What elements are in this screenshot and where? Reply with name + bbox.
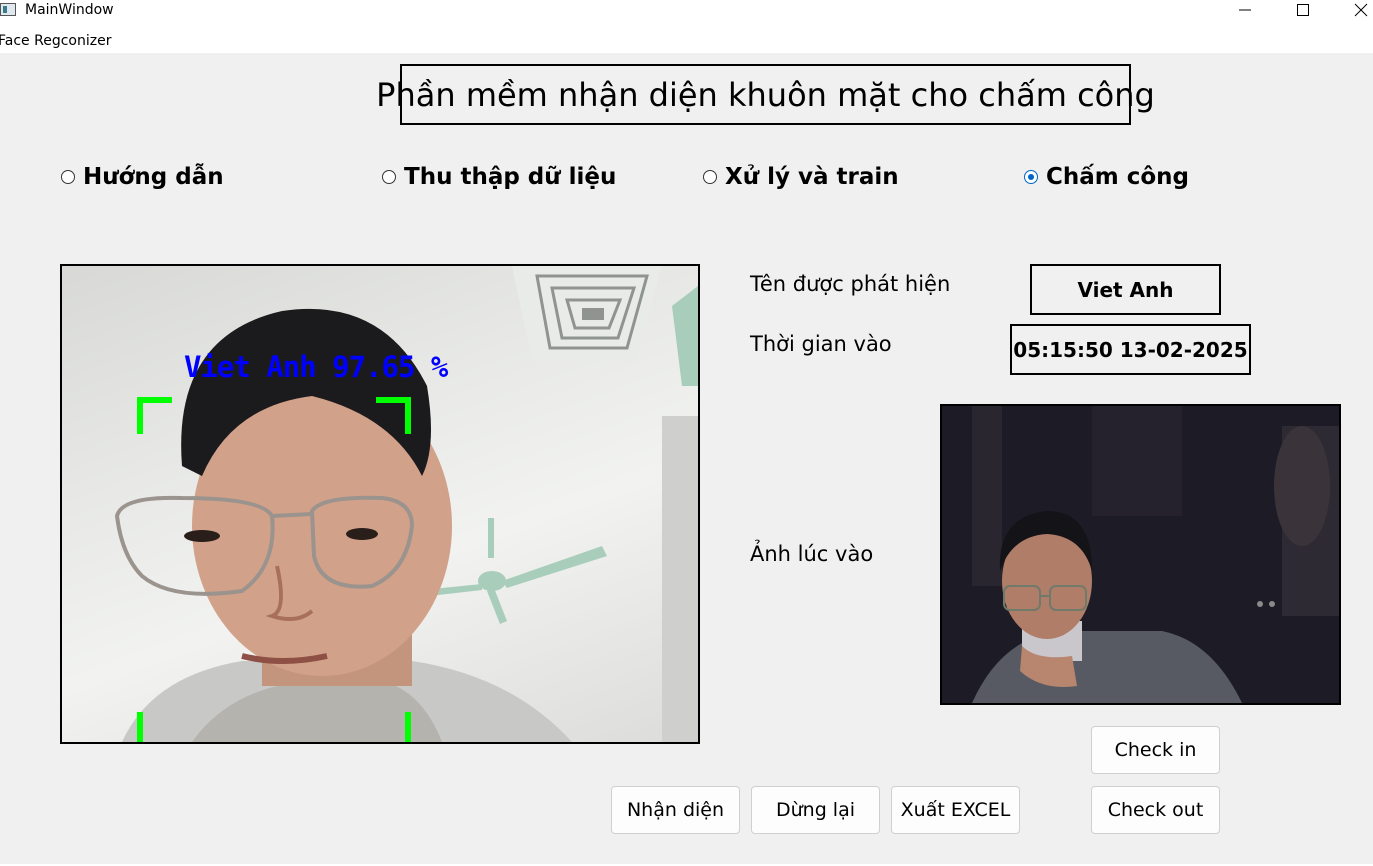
minimize-button[interactable] [1222,0,1268,22]
check-in-button[interactable]: Check in [1091,726,1220,774]
radio-label: Xử lý và train [725,164,899,190]
menu-face-regconizer[interactable]: Face Regconizer [0,33,111,49]
menu-bar: Face Regconizer [0,28,1373,53]
maximize-icon [1297,4,1309,16]
radio-label: Thu thập dữ liệu [404,164,617,190]
window-title: MainWindow [25,2,114,18]
close-icon [1354,3,1368,17]
detected-name-label: Tên được phát hiện [750,272,951,296]
check-in-photo [940,404,1341,705]
check-in-time-label: Thời gian vào [750,332,892,356]
stop-button[interactable]: Dừng lại [751,786,880,834]
radio-label: Chấm công [1046,164,1190,190]
radio-indicator[interactable] [382,170,396,184]
radio-huong-dan[interactable]: Hướng dẫn [61,162,224,192]
page-title: Phần mềm nhận diện khuôn mặt cho chấm cô… [376,64,1155,125]
radio-xu-ly-va-train[interactable]: Xử lý và train [703,162,899,192]
recognition-overlay-label: Viet Anh 97.65 % [184,350,448,384]
detected-name-value: Viet Anh [1030,264,1221,315]
maximize-button[interactable] [1280,0,1326,22]
check-in-photo-label: Ảnh lúc vào [750,542,874,566]
check-in-photo-image [942,406,1339,703]
radio-indicator-checked[interactable] [1024,170,1038,184]
app-icon [0,3,16,16]
camera-feed: Viet Anh 97.65 % [60,264,700,744]
check-in-time-value: 05:15:50 13-02-2025 [1010,324,1251,375]
ceiling-vent [512,266,662,361]
radio-indicator[interactable] [703,170,717,184]
check-out-button[interactable]: Check out [1091,786,1220,834]
minimize-icon [1239,9,1251,11]
radio-label: Hướng dẫn [83,164,224,190]
camera-image [114,266,698,742]
export-excel-button[interactable]: Xuất EXCEL [891,786,1020,834]
recognize-button[interactable]: Nhận diện [611,786,740,834]
radio-indicator[interactable] [61,170,75,184]
close-button[interactable] [1338,0,1373,22]
title-bar: MainWindow [0,0,1373,28]
radio-cham-cong[interactable]: Chấm công [1024,162,1189,192]
radio-thu-thap-du-lieu[interactable]: Thu thập dữ liệu [382,162,616,192]
